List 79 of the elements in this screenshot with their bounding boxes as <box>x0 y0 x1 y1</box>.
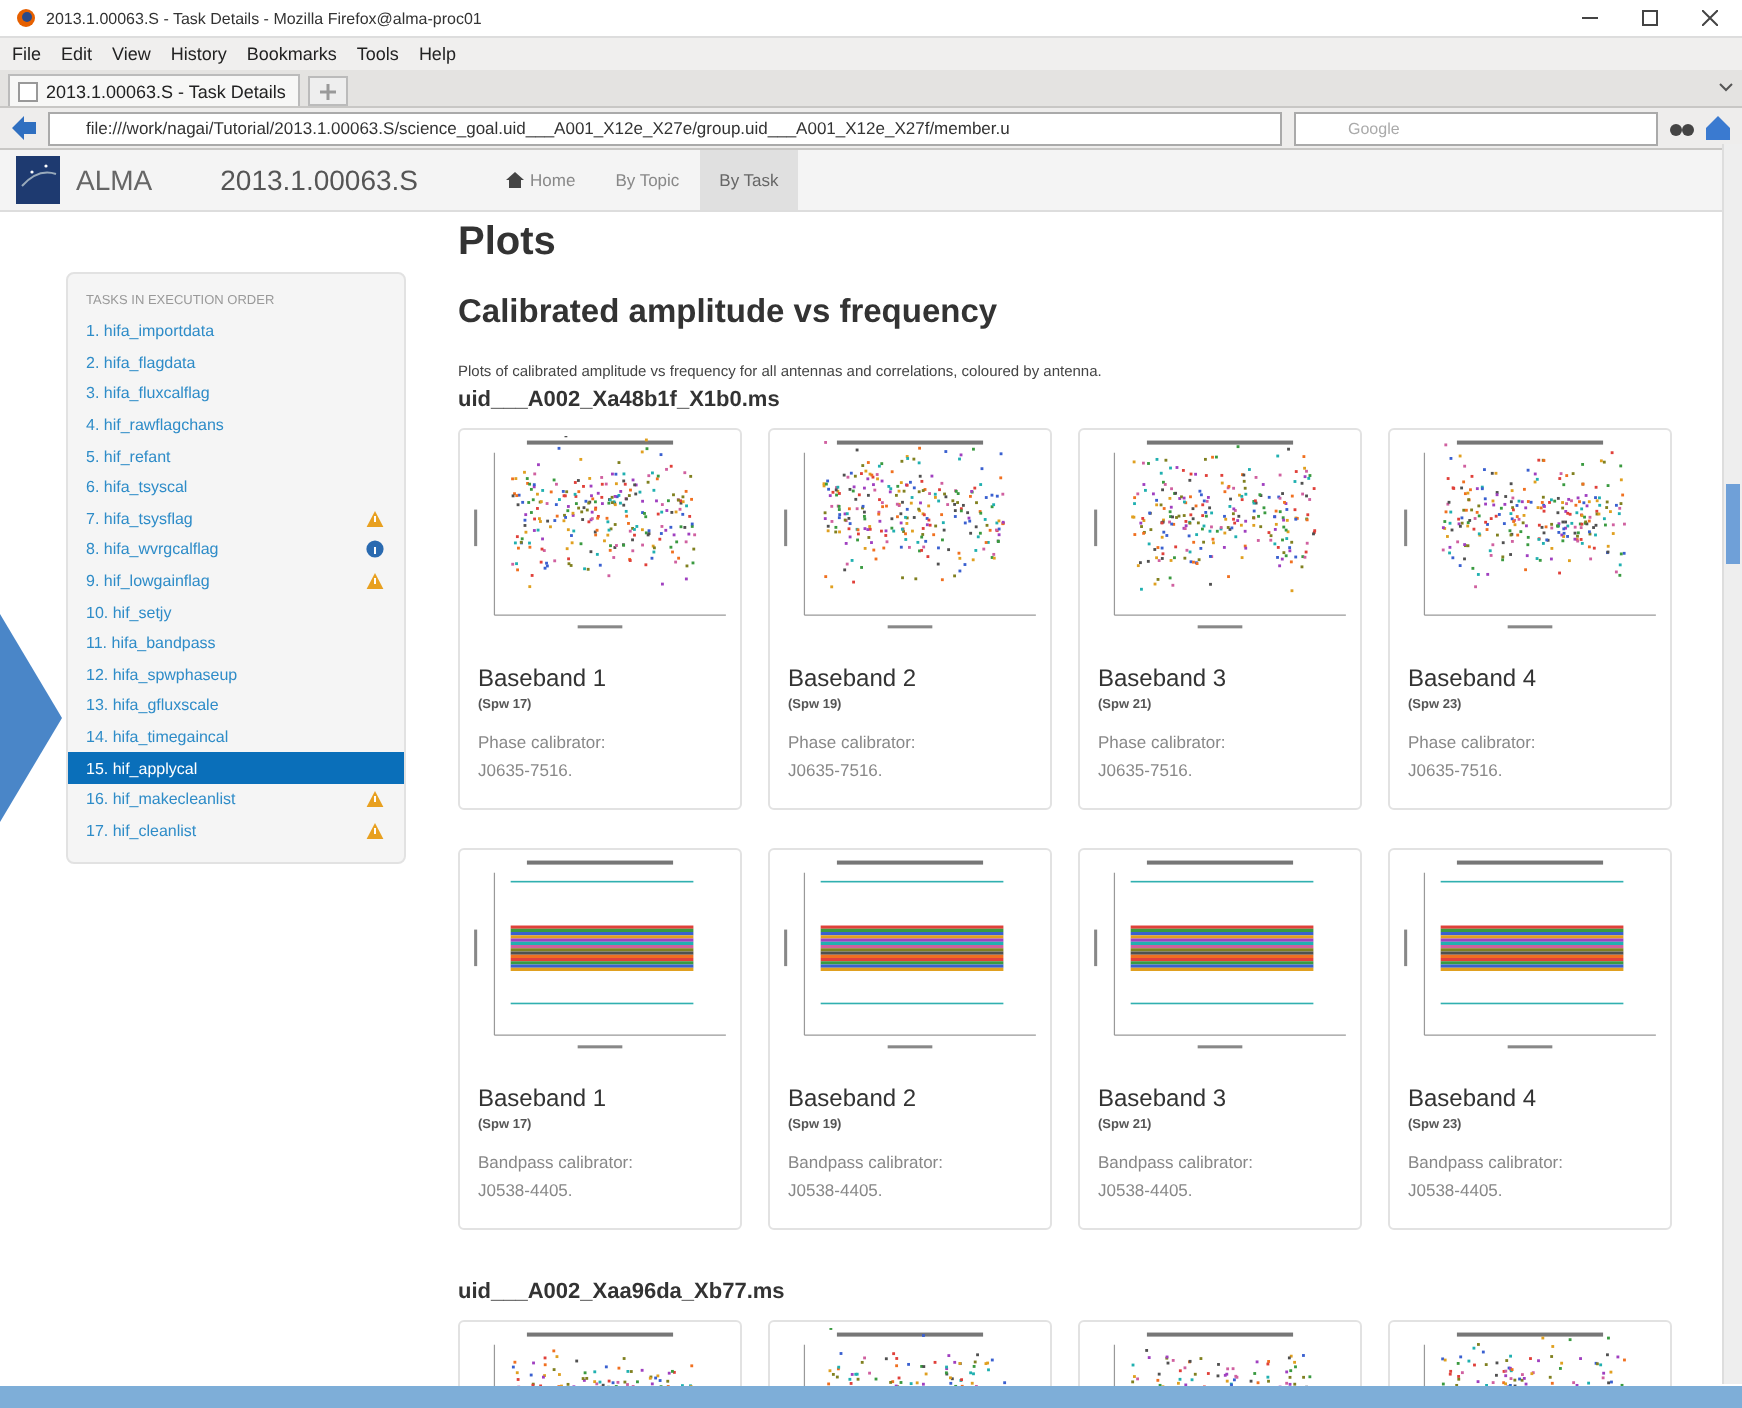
task-link[interactable]: 7. hifa_tsysflag <box>68 503 404 535</box>
card-title: Baseband 4 <box>1408 664 1539 692</box>
task-link[interactable]: 16. hif_makecleanlist <box>68 783 404 815</box>
task-link[interactable]: 1. hifa_importdata <box>68 316 404 348</box>
close-icon[interactable] <box>1702 10 1718 26</box>
task-link[interactable]: 4. hif_rawflagchans <box>68 409 404 441</box>
task-link[interactable]: 2. hifa_flagdata <box>68 347 404 379</box>
card-source: J0635-7516. <box>1408 760 1505 780</box>
task-link[interactable]: 14. hifa_timegaincal <box>68 721 404 753</box>
card-caption: Bandpass calibrator: <box>1098 1152 1255 1172</box>
project-code: 2013.1.00063.S <box>220 164 418 196</box>
card-caption: Bandpass calibrator: <box>1408 1152 1565 1172</box>
menu-item[interactable]: Help <box>418 44 456 64</box>
horizontal-scrollbar[interactable] <box>0 1386 1742 1408</box>
card-caption: Bandpass calibrator: <box>478 1152 635 1172</box>
nav-link[interactable]: By Topic <box>595 150 700 210</box>
card-caption: Phase calibrator: <box>1098 732 1228 752</box>
task-link[interactable]: 12. hifa_spwphaseup <box>68 659 404 691</box>
menu-item[interactable]: Tools <box>356 44 399 64</box>
warning-icon <box>366 790 384 809</box>
warning-icon <box>366 509 384 528</box>
task-link[interactable]: 3. hifa_fluxcalflag <box>68 378 404 410</box>
card-title: Baseband 3 <box>1098 1084 1229 1112</box>
task-link[interactable]: 6. hifa_tsyscal <box>68 471 404 504</box>
card-source: J0538-4405. <box>1408 1180 1505 1200</box>
browser-tab[interactable]: 2013.1.00063.S - Task Details <box>8 74 300 106</box>
task-link[interactable]: 10. hif_setjy <box>68 596 404 628</box>
nav-link[interactable]: Home <box>486 150 596 210</box>
info-icon <box>366 540 384 559</box>
back-arrow-icon[interactable] <box>12 116 36 140</box>
search-field[interactable]: Google <box>1294 111 1658 145</box>
card-title: Baseband 4 <box>1408 1084 1539 1112</box>
card-caption: Bandpass calibrator: <box>788 1152 945 1172</box>
dataset-heading: uid___A002_Xaa96da_Xb77.ms <box>458 1280 787 1304</box>
menu-item[interactable]: File <box>12 44 42 64</box>
card-title: Baseband 3 <box>1098 664 1229 692</box>
card-caption: Phase calibrator: <box>788 732 918 752</box>
new-tab-button[interactable] <box>307 76 348 106</box>
brand-name[interactable]: ALMA <box>76 164 153 196</box>
maximize-icon[interactable] <box>1642 10 1658 26</box>
window-title: 2013.1.00063.S - Task Details - Mozilla Firefox@alma-proc01 <box>46 9 484 27</box>
card-source: J0635-7516. <box>1098 760 1195 780</box>
section-heading: Calibrated amplitude vs frequency <box>458 294 1000 332</box>
plus-icon <box>319 83 336 99</box>
home-icon <box>506 172 524 188</box>
nav-link[interactable]: By Task <box>699 150 799 210</box>
caret-icon[interactable] <box>1718 80 1734 96</box>
card-caption: Phase calibrator: <box>1408 732 1538 752</box>
binoculars-icon[interactable] <box>1670 118 1694 138</box>
menu-item[interactable]: Bookmarks <box>246 44 337 64</box>
card-source: J0538-4405. <box>478 1180 575 1200</box>
browser-logo-icon <box>16 8 36 28</box>
task-link[interactable]: 5. hif_refant <box>68 440 404 472</box>
address-field[interactable]: file:///work/nagai/Tutorial/2013.1.00063.S/science_goal.uid___A001_X12e_X27e/group.uid___A001_X12e_X27f/member.u <box>48 111 1282 145</box>
card-source: J0635-7516. <box>788 760 885 780</box>
card-source: J0538-4405. <box>788 1180 885 1200</box>
warning-icon <box>366 572 384 591</box>
menu-item[interactable]: View <box>112 44 151 64</box>
card-title: Baseband 1 <box>478 664 609 692</box>
task-link[interactable]: 8. hifa_wvrgcalflag <box>68 534 404 566</box>
task-link[interactable]: 15. hif_applycal <box>68 752 404 784</box>
card-title: Baseband 1 <box>478 1084 609 1112</box>
card-source: J0538-4405. <box>1098 1180 1195 1200</box>
task-link[interactable]: 17. hif_cleanlist <box>68 815 404 847</box>
task-link[interactable]: 11. hifa_bandpass <box>68 627 404 660</box>
card-title: Baseband 2 <box>788 1084 919 1112</box>
task-link[interactable]: 9. hif_lowgainflag <box>68 565 404 597</box>
menu-item[interactable]: Edit <box>61 44 93 64</box>
home-icon[interactable] <box>1706 116 1730 140</box>
menu-item[interactable]: History <box>170 44 227 64</box>
task-link[interactable]: 13. hifa_gfluxscale <box>68 690 404 722</box>
dataset-heading: uid___A002_Xa48b1f_X1b0.ms <box>458 388 782 412</box>
card-source: J0635-7516. <box>478 760 575 780</box>
card-caption: Phase calibrator: <box>478 732 608 752</box>
page-title: Plots <box>458 220 558 266</box>
card-title: Baseband 2 <box>788 664 919 692</box>
vertical-scrollbar[interactable] <box>1722 144 1742 1384</box>
logo-icon <box>16 156 60 204</box>
warning-icon <box>366 821 384 840</box>
